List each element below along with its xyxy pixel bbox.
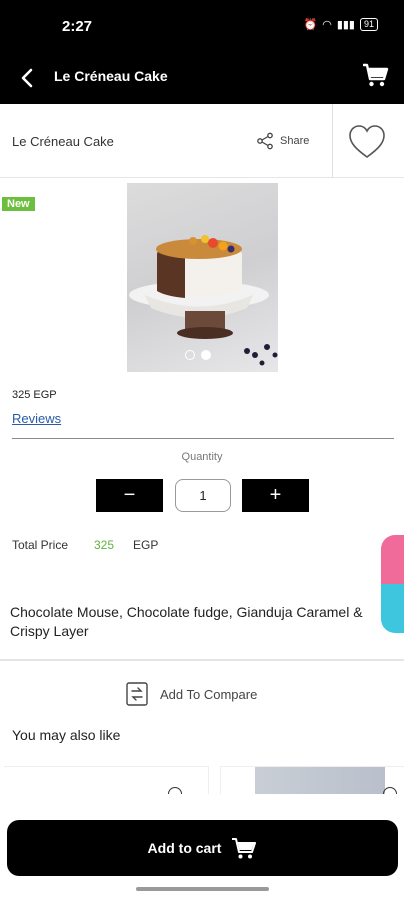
- quantity-input[interactable]: [175, 479, 231, 512]
- alarm-icon: ⏰: [303, 19, 318, 31]
- cart-icon: [232, 838, 257, 859]
- status-time: 2:27: [62, 18, 93, 35]
- recommendation-card[interactable]: [220, 766, 404, 794]
- share-label: Share: [280, 135, 310, 147]
- back-icon[interactable]: [14, 64, 42, 92]
- signal-icon: ▮▮▮: [336, 19, 355, 31]
- cake-illustration: [129, 235, 278, 366]
- recommendation-card[interactable]: [4, 766, 209, 794]
- product-price: 325 EGP: [12, 389, 57, 401]
- home-indicator: [136, 887, 269, 891]
- wishlist-button[interactable]: [332, 104, 404, 178]
- add-to-cart-button[interactable]: Add to cart: [7, 820, 398, 876]
- recommendations-row: [0, 766, 404, 794]
- battery-icon: 91: [359, 18, 378, 31]
- wishlist-icon[interactable]: [383, 787, 397, 794]
- add-to-cart-label: Add to cart: [147, 840, 222, 856]
- image-carousel-dots: [185, 350, 211, 360]
- recommendations-title: You may also like: [12, 727, 121, 743]
- new-badge: New: [2, 197, 35, 211]
- compare-icon: [126, 682, 148, 706]
- heart-icon: [349, 125, 385, 158]
- recommendation-image: [255, 767, 385, 794]
- app-bar: Le Créneau Cake: [0, 52, 404, 104]
- add-to-compare-button[interactable]: Add To Compare: [126, 682, 257, 706]
- side-widget-pink[interactable]: [381, 535, 404, 584]
- app-title: Le Créneau Cake: [54, 68, 168, 84]
- status-icons: ⏰ ◠ ▮▮▮ 91: [303, 18, 378, 31]
- wishlist-icon[interactable]: [168, 787, 182, 794]
- share-icon: [257, 132, 273, 150]
- product-image[interactable]: [127, 183, 278, 372]
- quantity-increase-button[interactable]: +: [242, 479, 309, 512]
- product-header: Le Créneau Cake Share: [0, 104, 404, 178]
- quantity-decrease-button[interactable]: −: [96, 479, 163, 512]
- total-price-currency: EGP: [133, 538, 159, 552]
- quantity-label: Quantity: [181, 451, 223, 463]
- carousel-dot-active[interactable]: [201, 350, 211, 360]
- total-price-value: 325: [94, 538, 115, 552]
- carousel-dot[interactable]: [185, 350, 195, 360]
- add-to-compare-label: Add To Compare: [160, 686, 258, 702]
- share-button[interactable]: Share: [256, 132, 309, 150]
- total-price-label: Total Price: [12, 538, 69, 552]
- reviews-link[interactable]: Reviews: [12, 411, 61, 426]
- divider: [12, 438, 394, 439]
- status-bar: 2:27 ⏰ ◠ ▮▮▮ 91: [0, 0, 404, 52]
- wifi-icon: ◠: [322, 19, 332, 31]
- product-description: Chocolate Mouse, Chocolate fudge, Giandu…: [10, 604, 363, 639]
- cart-icon[interactable]: [360, 60, 390, 90]
- product-name: Le Créneau Cake: [12, 134, 114, 149]
- divider: [0, 659, 404, 661]
